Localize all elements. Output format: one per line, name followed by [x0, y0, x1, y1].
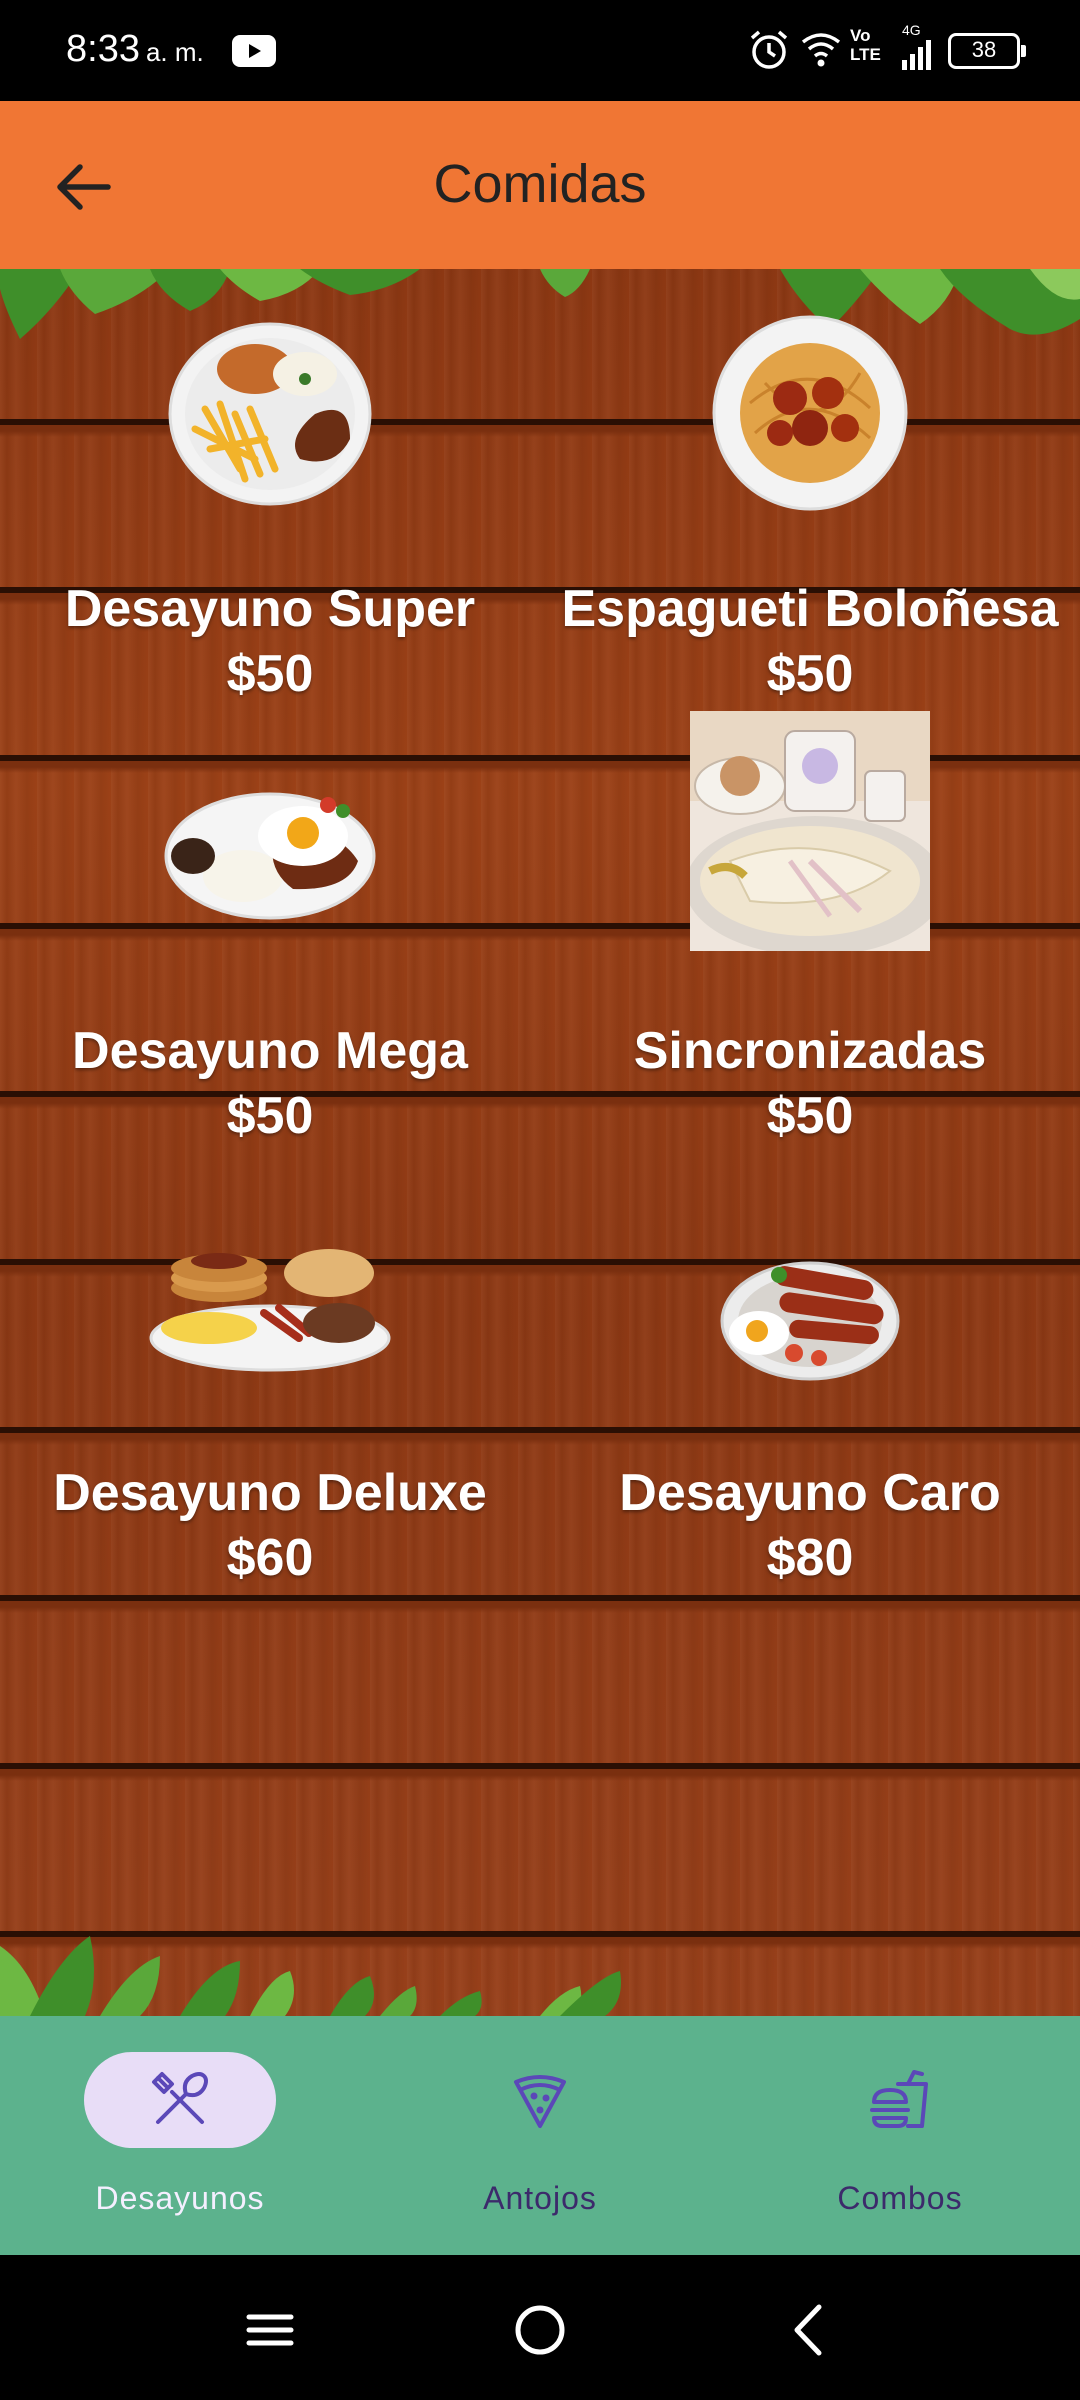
utensils-icon	[152, 2072, 208, 2124]
product-name: Desayuno Super	[64, 580, 476, 638]
signal-icon	[902, 40, 931, 70]
recents-menu-icon[interactable]	[235, 2295, 305, 2365]
product-price: $50	[766, 1087, 854, 1145]
plate-spaghetti-icon	[712, 315, 908, 511]
sincronizadas-photo-icon	[690, 711, 930, 951]
status-time-ampm: a. m.	[145, 37, 204, 67]
burger-drink-icon	[870, 2070, 928, 2128]
product-price: $50	[226, 1087, 314, 1145]
youtube-icon	[232, 35, 276, 67]
bottom-navigation: Desayunos Antojos Combos	[0, 2016, 1080, 2255]
product-card-desayuno-mega[interactable]: Desayuno Mega $50	[10, 761, 530, 1181]
product-card-desayuno-super[interactable]: Desayuno Super $50	[10, 319, 530, 739]
product-price: $80	[766, 1529, 854, 1587]
product-card-sincronizadas[interactable]: Sincronizadas $50	[550, 711, 1070, 1181]
system-navigation-bar	[0, 2255, 1080, 2400]
nav-label: Desayunos	[95, 2180, 265, 2216]
product-name: Desayuno Mega	[72, 1022, 468, 1080]
nav-label: Combos	[837, 2180, 963, 2216]
volte-indicator: Vo LTE	[850, 26, 881, 64]
product-price: $50	[766, 645, 854, 703]
plate-fries-steak-icon	[168, 322, 372, 506]
product-card-desayuno-deluxe[interactable]: Desayuno Deluxe $60	[10, 1203, 530, 1623]
menu-content: Desayuno Super $50 Espagueti Boloñesa $5…	[0, 269, 1080, 2016]
nav-item-antojos[interactable]: Antojos	[360, 2016, 720, 2255]
nav-item-desayunos[interactable]: Desayunos	[0, 2016, 360, 2255]
home-circle-icon[interactable]	[505, 2295, 575, 2365]
alarm-icon	[750, 30, 788, 69]
wifi-icon	[801, 33, 841, 67]
plate-sausages-icon	[720, 1261, 900, 1381]
page-title: Comidas	[433, 154, 647, 214]
plate-egg-steak-icon	[164, 792, 376, 920]
nav-item-combos[interactable]: Combos	[720, 2016, 1080, 2255]
product-name: Desayuno Deluxe	[53, 1464, 487, 1522]
app-bar: Comidas	[0, 101, 1080, 269]
plate-pancakes-icon	[149, 1249, 391, 1372]
screen: 8:33 a. m. Vo LTE 4G 38 Comidas Desayuno…	[0, 0, 1080, 2400]
nav-label: Antojos	[483, 2180, 597, 2216]
status-time-value: 8:33	[66, 28, 140, 70]
product-price: $50	[226, 645, 314, 703]
battery-icon: 38	[948, 33, 1026, 69]
product-card-desayuno-caro[interactable]: Desayuno Caro $80	[550, 1203, 1070, 1623]
pizza-icon	[514, 2075, 566, 2128]
status-bar: 8:33 a. m. Vo LTE 4G 38	[0, 0, 1080, 101]
product-name: Espagueti Boloñesa	[561, 580, 1059, 638]
product-name: Desayuno Caro	[619, 1464, 1001, 1522]
battery-level: 38	[971, 37, 997, 62]
back-chevron-icon[interactable]	[775, 2295, 845, 2365]
status-time: 8:33 a. m.	[66, 28, 204, 71]
leaves-bottom-decoration	[0, 1936, 621, 2016]
4g-indicator: 4G	[902, 22, 921, 38]
product-name: Sincronizadas	[633, 1022, 987, 1080]
product-card-espagueti-bolonesa[interactable]: Espagueti Boloñesa $50	[550, 315, 1070, 739]
product-price: $60	[226, 1529, 314, 1587]
